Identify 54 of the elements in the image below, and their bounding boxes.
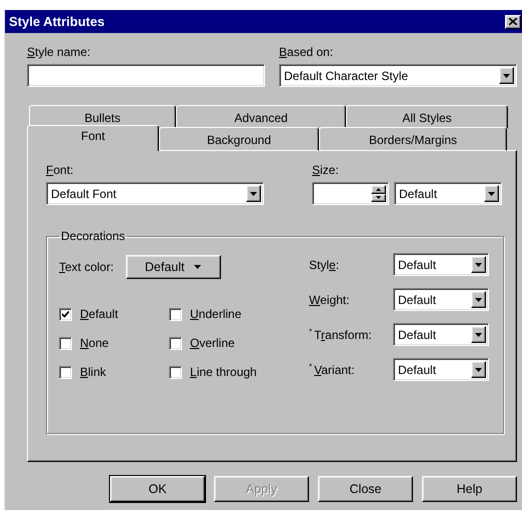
dropdown-arrow-icon [475,368,482,372]
tab[interactable]: Borders/Margins [319,127,507,151]
field-label: Size: [312,163,340,177]
size-unit-dropdown[interactable]: Default [394,182,502,205]
checkbox-label: Line through [190,365,257,379]
down-arrow-icon [376,196,381,200]
tab[interactable]: Advanced [176,105,346,129]
property-dropdown[interactable]: Default [393,288,489,311]
dropdown-arrow-icon [250,192,257,196]
checkbox-label: Default [80,307,118,321]
checkbox[interactable] [59,366,72,378]
close-button[interactable] [505,14,521,28]
group-title: Decorations [60,229,126,243]
based-on-dropdown[interactable]: Default Character Style [279,64,517,87]
dropdown-arrow-icon [475,262,482,266]
checkbox[interactable] [169,308,182,320]
checkbox[interactable] [59,308,72,320]
check-icon [62,310,69,318]
checkbox[interactable] [169,336,182,350]
field-label: Weight: [309,292,350,306]
text-color-button[interactable]: Default [126,255,221,279]
property-dropdown[interactable]: Default [393,253,489,276]
dropdown-arrow-icon [475,332,482,336]
checkbox-label: Overline [190,336,235,350]
dropdown-arrow-icon [194,265,202,269]
style-name-field[interactable] [27,64,265,87]
tab[interactable]: Font [27,125,159,151]
up-arrow-icon [376,188,381,191]
dropdown-arrow-icon [475,298,482,302]
size-spinner[interactable] [312,182,389,205]
checkbox[interactable] [59,336,72,350]
property-dropdown[interactable]: Default [393,358,489,381]
dialog-button[interactable]: Close [318,476,413,502]
dialog-button[interactable]: OK [110,476,205,502]
field-label: Font: [46,163,74,177]
dropdown-arrow-icon [488,192,495,196]
checkbox-label: Underline [190,307,242,321]
window-title: Style Attributes [9,14,105,29]
field-label: Style: [309,258,340,272]
tab[interactable]: Background [159,127,319,151]
checkbox-label: None [80,336,109,350]
field-label: $^{*}$ Variant: [309,362,356,377]
dialog-button[interactable]: Help [422,476,517,502]
tab[interactable]: All Styles [346,105,508,129]
field-label: Text color: [59,260,114,274]
field-label: Based on: [279,45,334,59]
field-label: Style name: [27,45,92,59]
dropdown-arrow-icon [503,74,510,78]
property-dropdown[interactable]: Default [393,323,489,346]
checkbox-label: Blink [80,365,106,379]
field-label: $^{*}$ Transform: [309,327,373,342]
font-dropdown[interactable]: Default Font [46,182,264,205]
checkbox[interactable] [169,366,182,378]
close-icon [509,18,517,25]
